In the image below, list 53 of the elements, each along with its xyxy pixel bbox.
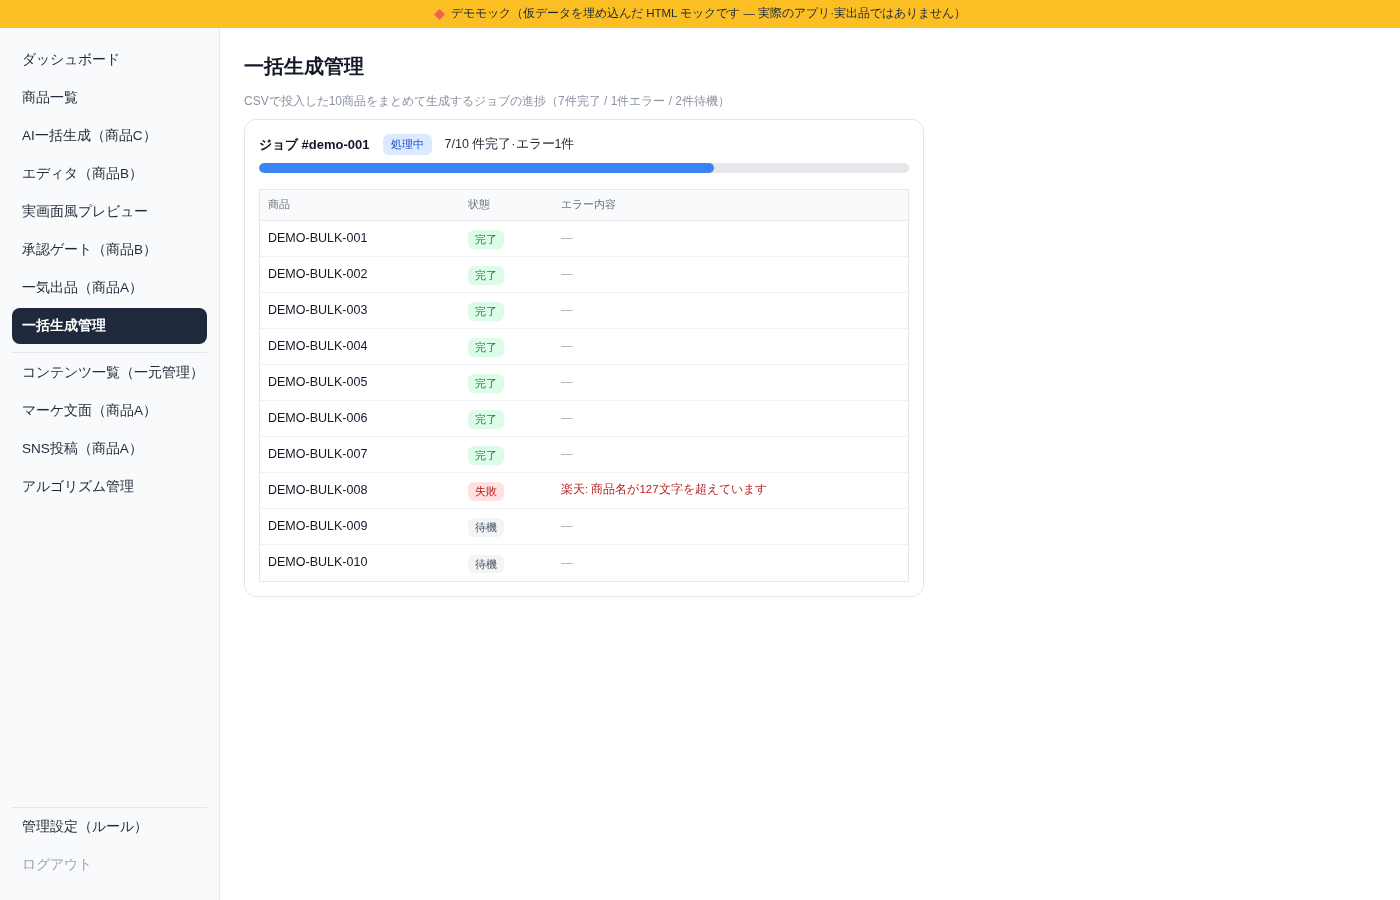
product-cell-text: DEMO-BULK-010	[268, 554, 368, 572]
job-title: ジョブ #demo-001	[259, 135, 370, 154]
error-cell-text: —	[561, 518, 573, 534]
status-badge: 完了	[468, 230, 504, 249]
nav-item[interactable]: 実画面風プレビュー	[12, 193, 207, 231]
diamond-icon	[434, 8, 445, 20]
product-cell-text: DEMO-BULK-009	[268, 517, 368, 535]
nav-item[interactable]: 承認ゲート（商品B）	[12, 231, 207, 269]
nav-item[interactable]: 商品一覧	[12, 79, 207, 117]
column-header: 状態	[468, 197, 490, 213]
error-cell-text: —	[561, 302, 573, 318]
nav-item[interactable]: マーケ文面（商品A）	[12, 392, 207, 430]
status-badge: 完了	[468, 302, 504, 321]
status-badge: 待機	[468, 518, 504, 537]
status-badge: 完了	[468, 410, 504, 429]
product-cell-text: DEMO-BULK-008	[268, 481, 368, 499]
job-summary: 7/10 件完了·エラー1件	[444, 135, 575, 153]
nav-item[interactable]: 一気出品（商品A）	[12, 269, 207, 307]
error-cell-text: —	[561, 374, 573, 390]
product-cell-text: DEMO-BULK-003	[268, 301, 368, 319]
product-cell-text: DEMO-BULK-004	[268, 337, 368, 355]
status-badge: 処理中	[382, 134, 432, 155]
status-badge: 失敗	[468, 482, 504, 501]
column-header: エラー内容	[561, 197, 616, 213]
nav-item[interactable]: SNS投稿（商品A）	[12, 430, 207, 468]
banner-text: デモモック（仮データを埋め込んだ HTML モックです — 実際のアプリ·実出品ではありません）	[451, 6, 966, 22]
column-header: 商品	[268, 197, 290, 213]
nav-item[interactable]: AI一括生成（商品C）	[12, 117, 207, 155]
error-cell-text: —	[561, 266, 573, 282]
product-cell-text: DEMO-BULK-002	[268, 265, 368, 283]
error-cell-text: 楽天: 商品名が127文字を超えています	[561, 482, 767, 498]
nav-item[interactable]: ダッシュボード	[12, 41, 207, 79]
nav-item[interactable]: アルゴリズム管理	[12, 468, 207, 506]
nav-item[interactable]: 一括生成管理	[12, 308, 207, 344]
status-badge: 待機	[468, 554, 504, 573]
nav-item[interactable]: コンテンツ一覧（一元管理）	[12, 354, 207, 392]
product-cell-text: DEMO-BULK-007	[268, 445, 368, 463]
product-cell-text: DEMO-BULK-006	[268, 409, 368, 427]
page-title: 一括生成管理	[244, 54, 364, 79]
error-cell-text: —	[561, 230, 573, 246]
nav-item[interactable]: 管理設定（ルール）	[12, 808, 207, 846]
error-cell-text: —	[561, 554, 573, 570]
error-cell-text: —	[561, 410, 573, 426]
status-badge: 完了	[468, 446, 504, 465]
product-cell-text: DEMO-BULK-005	[268, 373, 368, 391]
product-cell-text: DEMO-BULK-001	[268, 229, 368, 247]
page-subtitle: CSVで投入した10商品をまとめて生成するジョブの進捗（7件完了 / 1件エラー / 2件待機）	[244, 93, 731, 109]
error-cell-text: —	[561, 338, 573, 354]
nav-item[interactable]: エディタ（商品B）	[12, 155, 207, 193]
status-badge: 完了	[468, 338, 504, 357]
status-badge: 完了	[468, 374, 504, 393]
error-cell-text: —	[561, 446, 573, 462]
status-badge: 完了	[468, 266, 504, 285]
